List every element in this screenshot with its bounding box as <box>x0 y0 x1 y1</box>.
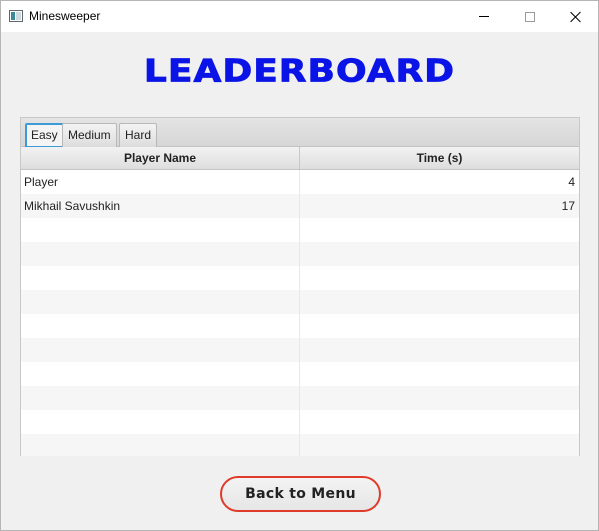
empty-cell <box>300 362 579 386</box>
close-icon <box>570 11 582 23</box>
empty-cell <box>300 338 579 362</box>
empty-table-row <box>21 410 579 434</box>
empty-table-row <box>21 218 579 242</box>
empty-cell <box>300 290 579 314</box>
empty-cell <box>21 362 300 386</box>
time-cell: 4 <box>568 175 575 189</box>
app-icon <box>9 10 23 22</box>
leaderboard-tab-pane: Easy Medium Hard Player Name Time (s) Pl… <box>20 117 580 456</box>
time-cell: 17 <box>561 199 575 213</box>
maximize-icon <box>525 11 535 22</box>
empty-cell <box>21 290 300 314</box>
player-name-cell: Mikhail Savushkin <box>21 194 300 218</box>
table-row[interactable]: Player 4 <box>21 170 579 194</box>
player-name-cell: Player <box>21 170 300 194</box>
window-title: Minesweeper <box>29 9 101 23</box>
table-body: Player 4 Mikhail Savushkin 17 <box>21 170 579 456</box>
empty-table-row <box>21 338 579 362</box>
empty-table-row <box>21 266 579 290</box>
empty-table-row <box>21 290 579 314</box>
empty-table-row <box>21 386 579 410</box>
app-window: Minesweeper LEADERBOARD Easy Medium Hard… <box>0 0 599 531</box>
empty-cell <box>300 242 579 266</box>
table-header: Player Name Time (s) <box>21 147 579 170</box>
empty-cell <box>300 218 579 242</box>
empty-cell <box>300 314 579 338</box>
empty-table-row <box>21 242 579 266</box>
empty-cell <box>21 338 300 362</box>
title-bar[interactable]: Minesweeper <box>1 1 598 32</box>
empty-table-row <box>21 314 579 338</box>
minimize-button[interactable] <box>461 1 507 32</box>
empty-cell <box>300 434 579 456</box>
empty-cell <box>300 386 579 410</box>
empty-cell <box>300 266 579 290</box>
tab-hard[interactable]: Hard <box>119 123 158 147</box>
empty-cell <box>21 314 300 338</box>
minimize-icon <box>479 16 489 17</box>
empty-cell <box>21 266 300 290</box>
tab-header: Easy Medium Hard <box>21 118 579 147</box>
tab-easy[interactable]: Easy <box>25 123 64 147</box>
empty-cell <box>21 242 300 266</box>
page-title: LEADERBOARD <box>143 54 456 90</box>
back-to-menu-button[interactable]: Back to Menu <box>220 476 381 512</box>
tab-medium[interactable]: Medium <box>62 123 117 147</box>
table-row[interactable]: Mikhail Savushkin 17 <box>21 194 579 218</box>
leaderboard-table[interactable]: Player Name Time (s) Player 4 Mikhail Sa… <box>21 147 579 456</box>
column-header-time[interactable]: Time (s) <box>300 147 579 169</box>
close-button[interactable] <box>553 1 599 32</box>
empty-cell <box>21 410 300 434</box>
column-header-player-name[interactable]: Player Name <box>21 147 300 169</box>
empty-cell <box>300 410 579 434</box>
empty-cell <box>21 434 300 456</box>
empty-cell <box>21 218 300 242</box>
empty-table-row <box>21 434 579 456</box>
empty-table-row <box>21 362 579 386</box>
maximize-button[interactable] <box>507 1 553 32</box>
empty-cell <box>21 386 300 410</box>
